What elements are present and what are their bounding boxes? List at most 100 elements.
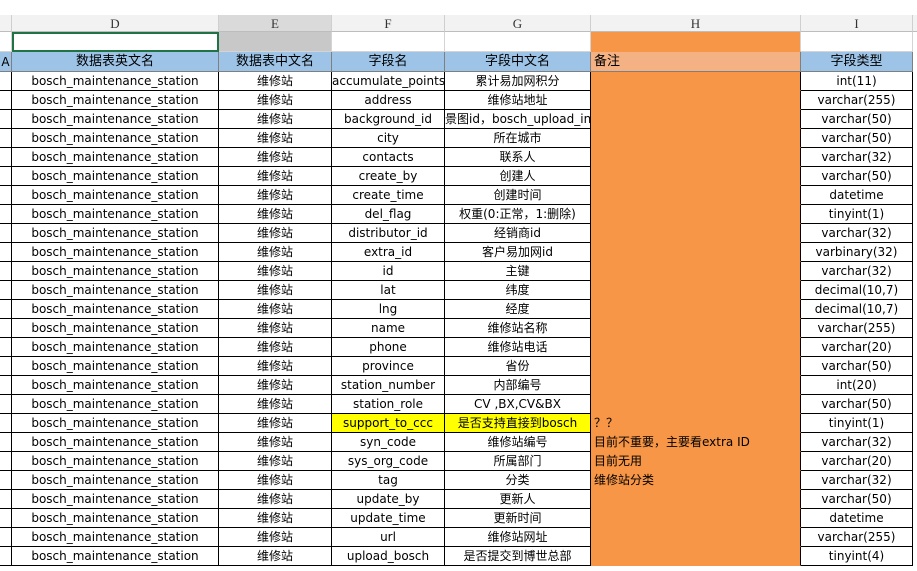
cell-f[interactable]: province (332, 357, 445, 376)
header-table-chinese-name[interactable]: 数据表中文名 (219, 52, 332, 72)
cell-h[interactable] (591, 338, 801, 357)
cell[interactable] (0, 319, 12, 338)
cell-i[interactable]: varbinary(32) (801, 243, 913, 262)
cell[interactable] (0, 509, 12, 528)
cell-h[interactable] (591, 243, 801, 262)
cell[interactable] (0, 547, 12, 566)
cell-h[interactable] (591, 547, 801, 566)
cell-h[interactable] (591, 262, 801, 281)
column-header-h[interactable]: H (591, 15, 801, 32)
cell-g[interactable]: 累计易加网积分 (445, 72, 591, 91)
cell-i[interactable]: varchar(32) (801, 148, 913, 167)
cell-h[interactable] (591, 357, 801, 376)
cell-f[interactable]: phone (332, 338, 445, 357)
cell-d[interactable]: bosch_maintenance_station (12, 528, 219, 547)
cell[interactable] (0, 376, 12, 395)
cell-e[interactable]: 维修站 (219, 110, 332, 129)
cell[interactable] (0, 224, 12, 243)
cell-h[interactable] (591, 110, 801, 129)
cell-i[interactable]: varchar(50) (801, 129, 913, 148)
cell-f[interactable]: create_by (332, 167, 445, 186)
cell[interactable] (0, 32, 12, 52)
cell-e[interactable]: 维修站 (219, 471, 332, 490)
cell-d[interactable]: bosch_maintenance_station (12, 471, 219, 490)
cell-h[interactable] (591, 376, 801, 395)
cell-e[interactable]: 维修站 (219, 91, 332, 110)
cell-g[interactable]: 客户易加网id (445, 243, 591, 262)
cell-d[interactable]: bosch_maintenance_station (12, 281, 219, 300)
cell[interactable] (0, 262, 12, 281)
cell-f[interactable]: distributor_id (332, 224, 445, 243)
cell-e[interactable]: 维修站 (219, 414, 332, 433)
cell[interactable] (0, 471, 12, 490)
cell-g[interactable]: 维修站地址 (445, 91, 591, 110)
cell-i[interactable]: decimal(10,7) (801, 300, 913, 319)
cell-h[interactable]: 目前不重要，主要看extra ID (591, 433, 801, 452)
cell-f[interactable]: station_role (332, 395, 445, 414)
cell-i[interactable]: varchar(255) (801, 91, 913, 110)
cell-d[interactable]: bosch_maintenance_station (12, 224, 219, 243)
cell[interactable] (0, 91, 12, 110)
cell[interactable] (445, 32, 591, 52)
cell-h[interactable] (591, 300, 801, 319)
cell-d[interactable]: bosch_maintenance_station (12, 300, 219, 319)
cell-f[interactable]: del_flag (332, 205, 445, 224)
cell-i[interactable]: tinyint(1) (801, 205, 913, 224)
cell-g[interactable]: 是否提交到博世总部 (445, 547, 591, 566)
header-table-english-name[interactable]: 数据表英文名 (12, 52, 219, 72)
cell-f[interactable]: lat (332, 281, 445, 300)
cell-i[interactable]: tinyint(4) (801, 547, 913, 566)
cell-e[interactable]: 维修站 (219, 547, 332, 566)
cell-g[interactable]: 主键 (445, 262, 591, 281)
column-header-f[interactable]: F (332, 15, 445, 32)
cell-f[interactable]: station_number (332, 376, 445, 395)
cell-h[interactable] (591, 129, 801, 148)
cell-e[interactable]: 维修站 (219, 72, 332, 91)
cell-g[interactable]: 是否支持直接到bosch (445, 414, 591, 433)
cell-d[interactable]: bosch_maintenance_station (12, 509, 219, 528)
column-header-e[interactable]: E (219, 15, 332, 32)
cell-h[interactable] (591, 319, 801, 338)
cell-g[interactable]: 内部编号 (445, 376, 591, 395)
cell-f[interactable]: city (332, 129, 445, 148)
cell-g[interactable]: 创建人 (445, 167, 591, 186)
cell-e[interactable]: 维修站 (219, 167, 332, 186)
cell-h[interactable] (591, 91, 801, 110)
cell-i[interactable]: varchar(32) (801, 471, 913, 490)
cell-d[interactable]: bosch_maintenance_station (12, 167, 219, 186)
cell[interactable] (0, 490, 12, 509)
cell[interactable] (219, 32, 332, 52)
cell-e[interactable]: 维修站 (219, 262, 332, 281)
cell[interactable] (0, 433, 12, 452)
cell-e[interactable]: 维修站 (219, 148, 332, 167)
cell-e[interactable]: 维修站 (219, 433, 332, 452)
cell-h[interactable] (591, 224, 801, 243)
cell-g[interactable]: CV ,BX,CV&BX (445, 395, 591, 414)
cell-g[interactable]: 所在城市 (445, 129, 591, 148)
cell-i[interactable]: varchar(20) (801, 452, 913, 471)
cell[interactable] (0, 129, 12, 148)
column-header-g[interactable]: G (445, 15, 591, 32)
cell-g[interactable]: 创建时间 (445, 186, 591, 205)
cell-h[interactable] (591, 72, 801, 91)
cell-d[interactable]: bosch_maintenance_station (12, 205, 219, 224)
cell-e[interactable]: 维修站 (219, 300, 332, 319)
cell-d[interactable]: bosch_maintenance_station (12, 262, 219, 281)
cell-g[interactable]: 联系人 (445, 148, 591, 167)
cell-i[interactable]: varchar(255) (801, 528, 913, 547)
cell-e[interactable]: 维修站 (219, 509, 332, 528)
cell-h[interactable] (591, 281, 801, 300)
cell-i[interactable]: varchar(50) (801, 167, 913, 186)
cell-e[interactable]: 维修站 (219, 452, 332, 471)
cell-i[interactable]: varchar(32) (801, 262, 913, 281)
cell-h[interactable] (591, 490, 801, 509)
cell-e[interactable]: 维修站 (219, 357, 332, 376)
header-remarks[interactable]: 备注 (591, 52, 801, 72)
cell-h[interactable] (591, 148, 801, 167)
cell-e[interactable]: 维修站 (219, 338, 332, 357)
cell[interactable] (0, 186, 12, 205)
cell-i[interactable]: varchar(255) (801, 319, 913, 338)
cell-d[interactable]: bosch_maintenance_station (12, 490, 219, 509)
cell-g[interactable]: 景图id，bosch_upload_info.id (445, 110, 617, 129)
cell-d[interactable]: bosch_maintenance_station (12, 110, 219, 129)
